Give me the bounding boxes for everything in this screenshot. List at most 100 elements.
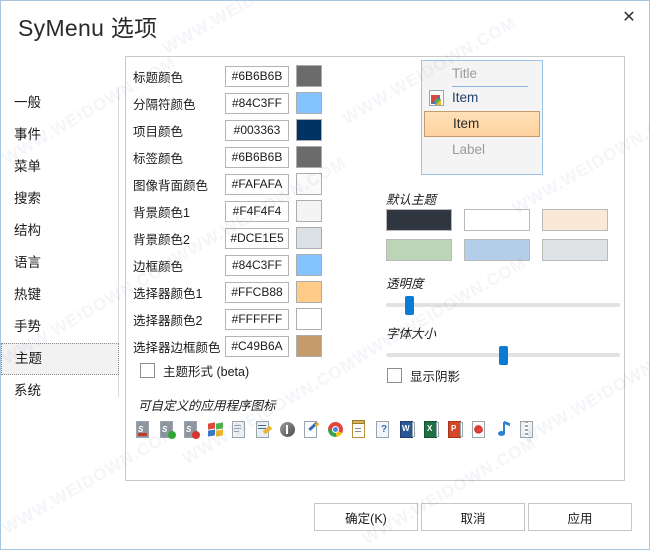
transparency-label: 透明度 — [386, 277, 424, 291]
help-document-icon[interactable]: ? — [374, 420, 392, 440]
color-label-image-back: 图像背面颜色 — [133, 178, 209, 193]
color-label-tag: 标签颜色 — [133, 151, 184, 166]
transparency-slider[interactable] — [386, 296, 620, 315]
color-input-selector1[interactable] — [225, 281, 289, 303]
color-swatch-background1[interactable] — [296, 200, 322, 222]
archive-icon[interactable] — [518, 420, 536, 440]
symenu-icon[interactable]: S — [134, 420, 152, 440]
theme-form-checkbox[interactable] — [140, 363, 155, 378]
color-input-background1[interactable] — [225, 200, 289, 222]
apply-button[interactable]: 应用 — [528, 503, 632, 531]
color-swatch-selector2[interactable] — [296, 308, 322, 330]
color-input-selector-border[interactable] — [225, 335, 289, 357]
color-label-border: 边框颜色 — [133, 259, 184, 274]
show-shadow-checkbox-row[interactable]: 显示阴影 — [387, 366, 460, 385]
cancel-button[interactable]: 取消 — [421, 503, 525, 531]
close-icon[interactable]: ✕ — [615, 5, 643, 31]
color-label-selector2: 选择器颜色2 — [133, 313, 203, 328]
sidebar-item-language[interactable]: 语言 — [1, 247, 119, 279]
symenu-green-icon[interactable]: S — [158, 420, 176, 440]
theme-swatch-1[interactable] — [464, 209, 530, 231]
table-row: 图像背面颜色 — [133, 171, 322, 197]
font-size-slider-group: 字体大小 — [386, 323, 620, 365]
info-circle-icon[interactable] — [278, 420, 296, 440]
title-bar: SyMenu 选项 ✕ — [1, 1, 650, 47]
color-swatch-tag[interactable] — [296, 146, 322, 168]
table-row: 背景颜色2 — [133, 225, 322, 251]
color-label-background2: 背景颜色2 — [133, 232, 190, 247]
default-theme-heading: 默认主题 — [386, 193, 437, 207]
sidebar-item-hotkeys[interactable]: 热键 — [1, 279, 119, 311]
chrome-icon[interactable] — [326, 420, 344, 440]
color-label-selector-border: 选择器边框颜色 — [133, 340, 221, 355]
ok-button[interactable]: 确定(K) — [314, 503, 418, 531]
theme-form-checkbox-row[interactable]: 主题形式 (beta) — [140, 361, 249, 380]
sidebar-item-general[interactable]: 一般 — [1, 87, 119, 119]
table-row: 选择器边框颜色 — [133, 333, 322, 359]
color-input-border[interactable] — [225, 254, 289, 276]
document-clock-icon[interactable] — [230, 420, 248, 440]
sidebar-item-gestures[interactable]: 手势 — [1, 311, 119, 343]
preview-item-2-selected[interactable]: Item — [424, 111, 540, 137]
word-icon[interactable]: W — [398, 420, 416, 440]
color-swatch-title[interactable] — [296, 65, 322, 87]
table-row: 标题颜色 — [133, 63, 322, 89]
color-swatch-border[interactable] — [296, 254, 322, 276]
color-label-title: 标题颜色 — [133, 70, 184, 85]
app-icons-label: 可自定义的应用程序图标 — [138, 399, 276, 413]
sidebar-item-system[interactable]: 系统 — [1, 375, 119, 407]
table-row: 分隔符颜色 — [133, 90, 322, 116]
sidebar-item-theme[interactable]: 主题 — [1, 343, 119, 375]
sidebar-item-structure[interactable]: 结构 — [1, 215, 119, 247]
theme-swatch-2[interactable] — [542, 209, 608, 231]
color-label-item: 项目颜色 — [133, 124, 184, 139]
sidebar-item-search[interactable]: 搜索 — [1, 183, 119, 215]
settings-pencil-icon[interactable] — [254, 420, 273, 440]
preview-title: Title — [452, 66, 478, 81]
table-row: 选择器颜色1 — [133, 279, 322, 305]
color-label-selector1: 选择器颜色1 — [133, 286, 203, 301]
app-icons-row: S S S ? W X P — [134, 420, 536, 440]
notepad-icon[interactable] — [350, 420, 368, 440]
color-input-image-back[interactable] — [225, 173, 289, 195]
symenu-red-icon[interactable]: S — [182, 420, 200, 440]
transparency-slider-thumb[interactable] — [405, 296, 415, 315]
pdf-icon[interactable] — [470, 420, 488, 440]
sidebar-item-events[interactable]: 事件 — [1, 119, 119, 151]
table-row: 标签颜色 — [133, 144, 322, 170]
font-size-slider[interactable] — [386, 346, 620, 365]
table-row: 背景颜色1 — [133, 198, 322, 224]
excel-icon[interactable]: X — [422, 420, 440, 440]
color-input-title[interactable] — [225, 65, 289, 87]
color-swatch-background2[interactable] — [296, 227, 322, 249]
color-input-item[interactable] — [225, 119, 289, 141]
show-shadow-checkbox[interactable] — [387, 368, 402, 383]
color-swatch-selector-border[interactable] — [296, 335, 322, 357]
color-input-background2[interactable] — [225, 227, 289, 249]
theme-swatch-3[interactable] — [386, 239, 452, 261]
preview-item-1-label: Item — [452, 90, 479, 105]
color-label-separator: 分隔符颜色 — [133, 97, 196, 112]
theme-swatch-5[interactable] — [542, 239, 608, 261]
preview-item-1[interactable]: Item — [422, 85, 542, 111]
theme-swatch-0[interactable] — [386, 209, 452, 231]
music-note-icon[interactable] — [494, 420, 512, 440]
color-swatch-item[interactable] — [296, 119, 322, 141]
windows-xp-icon[interactable] — [206, 420, 224, 440]
color-swatch-selector1[interactable] — [296, 281, 322, 303]
color-input-separator[interactable] — [225, 92, 289, 114]
color-swatch-separator[interactable] — [296, 92, 322, 114]
color-input-selector2[interactable] — [225, 308, 289, 330]
sidebar-item-menu[interactable]: 菜单 — [1, 151, 119, 183]
theme-swatch-4[interactable] — [464, 239, 530, 261]
transparency-slider-group: 透明度 — [386, 273, 620, 315]
app-document-icon — [429, 90, 444, 106]
default-theme-swatches — [386, 209, 608, 261]
powerpoint-icon[interactable]: P — [446, 420, 464, 440]
edit-document-icon[interactable] — [302, 420, 320, 440]
font-size-slider-thumb[interactable] — [499, 346, 508, 365]
color-swatch-image-back[interactable] — [296, 173, 322, 195]
options-dialog: SyMenu 选项 ✕ 一般 事件 菜单 搜索 结构 语言 热键 手势 主题 系… — [0, 0, 650, 550]
color-input-tag[interactable] — [225, 146, 289, 168]
sidebar: 一般 事件 菜单 搜索 结构 语言 热键 手势 主题 系统 — [1, 87, 119, 407]
